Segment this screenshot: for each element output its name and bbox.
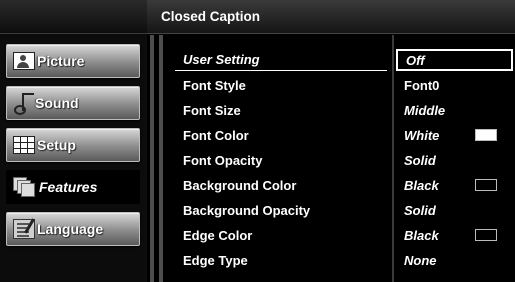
tv-menu-screen: Picture Sound Setup Features Language Cl… <box>0 0 515 282</box>
setting-value: Middle <box>404 102 446 118</box>
color-swatch <box>475 129 497 141</box>
main-menu-sidebar: Picture Sound Setup Features Language <box>0 0 147 282</box>
nav-item-label: Picture <box>37 53 85 69</box>
nav-item-label: Language <box>37 221 104 237</box>
setting-row-background-opacity[interactable]: Background Opacity <box>175 199 387 221</box>
picture-icon <box>13 52 35 70</box>
features-icon <box>13 177 37 197</box>
color-swatch <box>475 179 497 191</box>
setting-row-edge-color[interactable]: Edge Color <box>175 224 387 246</box>
setting-value: Font0 <box>404 77 440 93</box>
value-edge-color[interactable]: Black <box>396 224 513 246</box>
page-header: Closed Caption <box>147 0 515 34</box>
nav-item-sound[interactable]: Sound <box>6 86 140 120</box>
setting-label: Font Style <box>183 77 246 93</box>
sidebar-header <box>0 0 147 34</box>
sound-icon <box>13 92 34 115</box>
setting-row-edge-type[interactable]: Edge Type <box>175 249 387 271</box>
setting-value: None <box>404 252 437 268</box>
value-background-color[interactable]: Black <box>396 174 513 196</box>
setting-value: Solid <box>404 152 436 168</box>
setting-row-font-style[interactable]: Font Style <box>175 74 387 96</box>
setting-value: Off <box>406 52 425 68</box>
setting-label: Edge Color <box>183 227 253 243</box>
submenu-rails <box>147 35 167 282</box>
setting-value: Black <box>404 227 439 243</box>
value-font-style[interactable]: Font0 <box>396 74 513 96</box>
setting-row-user-setting[interactable]: User Setting <box>175 49 387 71</box>
nav-item-label: Sound <box>35 95 79 111</box>
value-edge-type[interactable]: None <box>396 249 513 271</box>
nav-item-features[interactable]: Features <box>6 170 140 204</box>
column-divider <box>392 35 394 282</box>
setting-value: White <box>404 127 440 143</box>
nav-item-picture[interactable]: Picture <box>6 44 140 78</box>
setting-label: Font Opacity <box>183 152 263 168</box>
color-swatch <box>475 229 497 241</box>
value-user-setting[interactable]: Off <box>396 49 513 71</box>
nav-item-setup[interactable]: Setup <box>6 128 140 162</box>
value-background-opacity[interactable]: Solid <box>396 199 513 221</box>
setting-value: Solid <box>404 202 436 218</box>
nav-item-label: Features <box>39 179 98 195</box>
nav-item-language[interactable]: Language <box>6 212 140 246</box>
rail-divider <box>159 35 163 282</box>
nav-item-label: Setup <box>37 137 76 153</box>
setting-label: Background Opacity <box>183 202 311 218</box>
setting-label: Edge Type <box>183 252 248 268</box>
setting-label: User Setting <box>183 52 260 67</box>
setting-label: Font Size <box>183 102 241 118</box>
setting-row-font-color[interactable]: Font Color <box>175 124 387 146</box>
page-title: Closed Caption <box>161 9 261 24</box>
value-font-color[interactable]: White <box>396 124 513 146</box>
rail-divider <box>150 35 154 282</box>
value-font-size[interactable]: Middle <box>396 99 513 121</box>
value-font-opacity[interactable]: Solid <box>396 149 513 171</box>
setting-label: Font Color <box>183 127 249 143</box>
setting-row-font-opacity[interactable]: Font Opacity <box>175 149 387 171</box>
setting-value: Black <box>404 177 439 193</box>
setup-icon <box>13 136 35 154</box>
setting-label: Background Color <box>183 177 297 193</box>
setting-row-background-color[interactable]: Background Color <box>175 174 387 196</box>
setting-row-font-size[interactable]: Font Size <box>175 99 387 121</box>
language-icon <box>13 219 35 239</box>
